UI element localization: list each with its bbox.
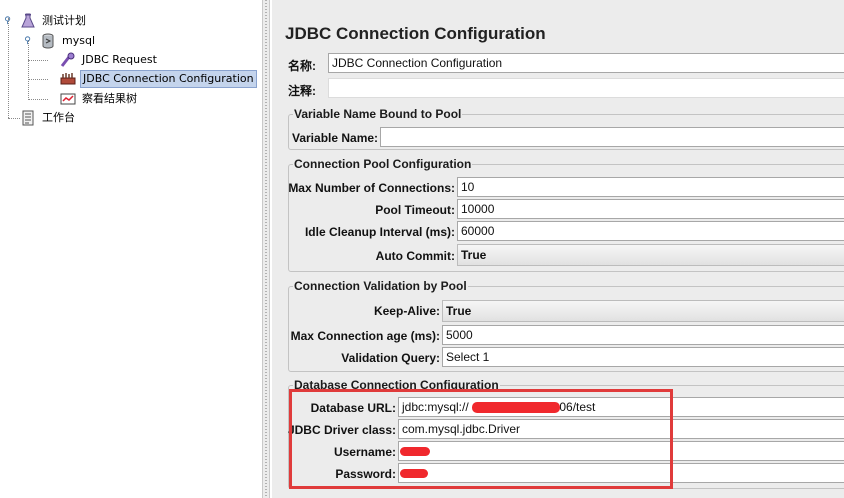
tree-connector xyxy=(28,99,48,100)
tree-connector xyxy=(8,18,9,118)
tree-connector xyxy=(28,40,29,100)
listener-icon xyxy=(60,91,76,107)
max-connections-field[interactable]: 10 xyxy=(457,177,844,197)
max-connection-age-label: Max Connection age (ms): xyxy=(290,329,440,343)
validation-group-title: Connection Validation by Pool xyxy=(293,279,468,293)
tree-item-jdbc-connection-configuration[interactable]: JDBC Connection Configuration xyxy=(60,70,257,88)
comment-label: 注释: xyxy=(288,84,316,98)
sampler-icon xyxy=(60,52,76,68)
split-pane-divider[interactable] xyxy=(262,0,270,498)
tree-item-label: mysql xyxy=(62,34,95,47)
idle-cleanup-label: Idle Cleanup Interval (ms): xyxy=(304,225,455,239)
tree-item-label: 测试计划 xyxy=(42,14,86,27)
keep-alive-label: Keep-Alive: xyxy=(373,304,440,318)
name-field[interactable]: JDBC Connection Configuration xyxy=(328,53,844,73)
panel-title: JDBC Connection Configuration xyxy=(285,24,546,43)
tree-connector xyxy=(8,118,20,119)
tree-item-label: 工作台 xyxy=(42,111,75,124)
tree-item-mysql[interactable]: mysql xyxy=(40,32,97,50)
tree-item-label: JDBC Connection Configuration xyxy=(80,70,257,88)
tree-item-jdbc-request[interactable]: JDBC Request xyxy=(60,51,159,69)
highlight-box xyxy=(289,389,673,489)
collapse-handle-icon[interactable]: ⚲ xyxy=(3,17,12,26)
tree-item-workbench[interactable]: 工作台 xyxy=(20,109,77,127)
idle-cleanup-field[interactable]: 60000 xyxy=(457,221,844,241)
config-element-icon xyxy=(60,71,76,87)
pool-timeout-label: Pool Timeout: xyxy=(375,203,455,217)
tree-item-label: 察看结果树 xyxy=(82,92,137,105)
workbench-icon xyxy=(20,110,36,126)
config-panel: JDBC Connection Configuration 名称: JDBC C… xyxy=(272,0,844,498)
test-plan-icon xyxy=(20,13,36,29)
test-plan-tree[interactable]: ⚲ ⚲ 测试计划 mysql JDBC Request JDBC Connect… xyxy=(0,0,262,498)
max-connections-label: Max Number of Connections: xyxy=(288,181,455,195)
divider-grip xyxy=(265,0,267,498)
variable-group-title: Variable Name Bound to Pool xyxy=(293,107,463,121)
tree-connector xyxy=(28,79,48,80)
variable-name-field[interactable] xyxy=(380,127,844,147)
collapse-handle-icon[interactable]: ⚲ xyxy=(23,37,32,46)
comment-field[interactable] xyxy=(328,78,844,98)
pool-group-title: Connection Pool Configuration xyxy=(293,157,473,171)
validation-query-field[interactable]: Select 1 xyxy=(442,347,844,367)
tree-item-view-results-tree[interactable]: 察看结果树 xyxy=(60,90,139,108)
pool-timeout-field[interactable]: 10000 xyxy=(457,199,844,219)
validation-query-label: Validation Query: xyxy=(341,351,440,365)
variable-name-label: Variable Name: xyxy=(292,131,379,145)
max-connection-age-field[interactable]: 5000 xyxy=(442,325,844,345)
auto-commit-label: Auto Commit: xyxy=(375,249,455,263)
name-label: 名称: xyxy=(288,59,316,73)
tree-connector xyxy=(28,60,48,61)
tree-item-test-plan[interactable]: 测试计划 xyxy=(20,12,88,30)
tree-item-label: JDBC Request xyxy=(82,53,157,66)
keep-alive-select[interactable]: True xyxy=(442,300,844,322)
thread-group-icon xyxy=(40,33,56,49)
auto-commit-select[interactable]: True xyxy=(457,244,844,266)
